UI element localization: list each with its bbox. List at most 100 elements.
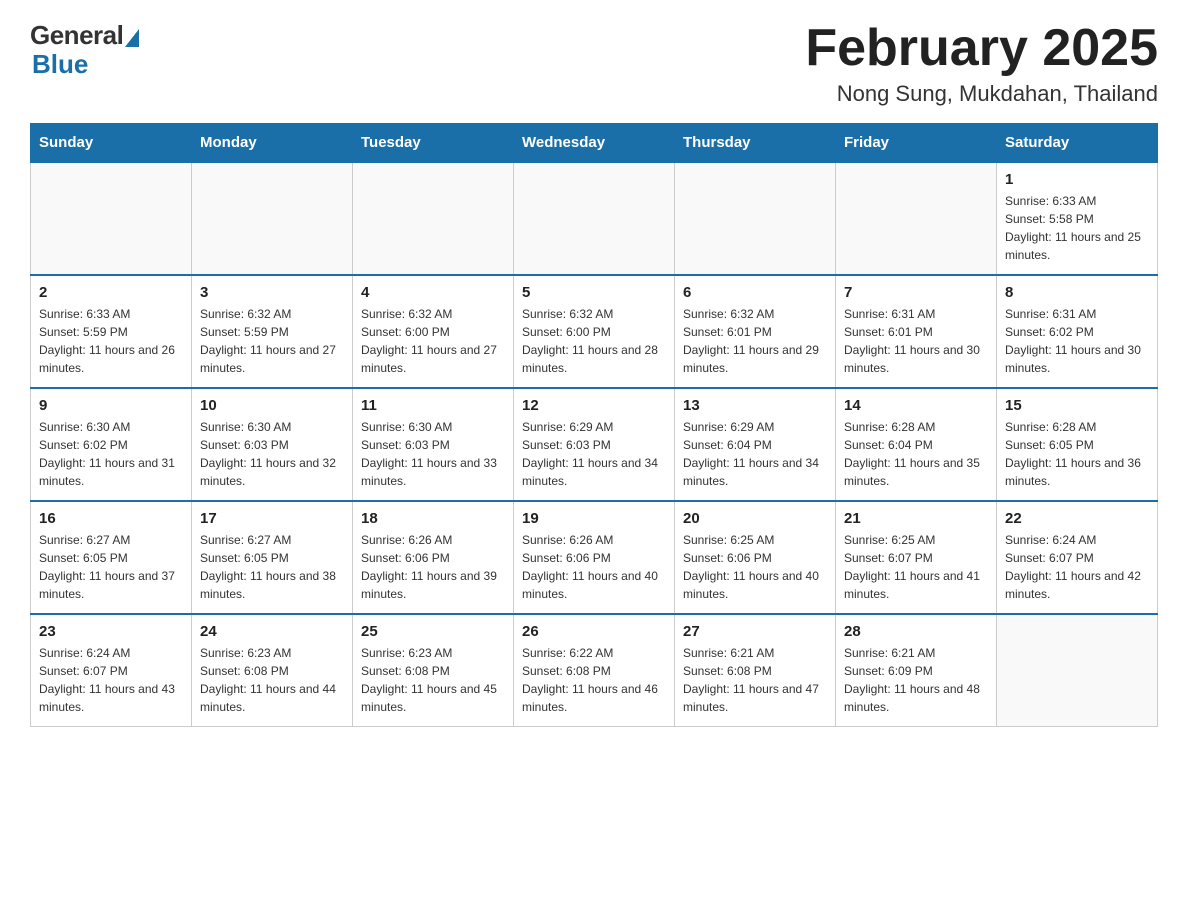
table-row: 6 Sunrise: 6:32 AMSunset: 6:01 PMDaylight… — [675, 275, 836, 388]
calendar-week-5: 23 Sunrise: 6:24 AMSunset: 6:07 PMDayligh… — [31, 614, 1158, 727]
day-number: 6 — [683, 284, 827, 301]
day-number: 9 — [39, 397, 183, 414]
day-number: 1 — [1005, 171, 1149, 188]
day-number: 17 — [200, 510, 344, 527]
day-info: Sunrise: 6:32 AMSunset: 6:00 PMDaylight:… — [361, 305, 505, 377]
day-number: 8 — [1005, 284, 1149, 301]
day-number: 19 — [522, 510, 666, 527]
table-row: 28 Sunrise: 6:21 AMSunset: 6:09 PMDayligh… — [836, 614, 997, 727]
day-info: Sunrise: 6:30 AMSunset: 6:03 PMDaylight:… — [200, 418, 344, 490]
day-number: 2 — [39, 284, 183, 301]
table-row: 14 Sunrise: 6:28 AMSunset: 6:04 PMDayligh… — [836, 388, 997, 501]
day-number: 23 — [39, 623, 183, 640]
day-info: Sunrise: 6:25 AMSunset: 6:06 PMDaylight:… — [683, 531, 827, 603]
day-info: Sunrise: 6:24 AMSunset: 6:07 PMDaylight:… — [39, 644, 183, 716]
table-row: 27 Sunrise: 6:21 AMSunset: 6:08 PMDayligh… — [675, 614, 836, 727]
table-row: 7 Sunrise: 6:31 AMSunset: 6:01 PMDaylight… — [836, 275, 997, 388]
day-number: 12 — [522, 397, 666, 414]
table-row — [514, 162, 675, 275]
day-info: Sunrise: 6:32 AMSunset: 6:01 PMDaylight:… — [683, 305, 827, 377]
day-info: Sunrise: 6:23 AMSunset: 6:08 PMDaylight:… — [200, 644, 344, 716]
table-row: 21 Sunrise: 6:25 AMSunset: 6:07 PMDayligh… — [836, 501, 997, 614]
day-number: 5 — [522, 284, 666, 301]
day-number: 7 — [844, 284, 988, 301]
table-row: 25 Sunrise: 6:23 AMSunset: 6:08 PMDayligh… — [353, 614, 514, 727]
day-number: 24 — [200, 623, 344, 640]
day-number: 14 — [844, 397, 988, 414]
table-row: 20 Sunrise: 6:25 AMSunset: 6:06 PMDayligh… — [675, 501, 836, 614]
table-row: 2 Sunrise: 6:33 AMSunset: 5:59 PMDaylight… — [31, 275, 192, 388]
calendar-table: Sunday Monday Tuesday Wednesday Thursday… — [30, 123, 1158, 727]
col-thursday: Thursday — [675, 124, 836, 163]
day-info: Sunrise: 6:33 AMSunset: 5:59 PMDaylight:… — [39, 305, 183, 377]
calendar-week-2: 2 Sunrise: 6:33 AMSunset: 5:59 PMDaylight… — [31, 275, 1158, 388]
day-info: Sunrise: 6:21 AMSunset: 6:09 PMDaylight:… — [844, 644, 988, 716]
table-row: 22 Sunrise: 6:24 AMSunset: 6:07 PMDayligh… — [997, 501, 1158, 614]
day-number: 28 — [844, 623, 988, 640]
day-number: 11 — [361, 397, 505, 414]
table-row: 16Sunrise: 6:27 AMSunset: 6:05 PMDayligh… — [31, 501, 192, 614]
day-number: 3 — [200, 284, 344, 301]
table-row — [997, 614, 1158, 727]
col-tuesday: Tuesday — [353, 124, 514, 163]
location-subtitle: Nong Sung, Mukdahan, Thailand — [805, 81, 1158, 107]
table-row: 5 Sunrise: 6:32 AMSunset: 6:00 PMDaylight… — [514, 275, 675, 388]
day-info: Sunrise: 6:28 AMSunset: 6:04 PMDaylight:… — [844, 418, 988, 490]
table-row — [353, 162, 514, 275]
day-number: 27 — [683, 623, 827, 640]
table-row — [836, 162, 997, 275]
day-info: Sunrise: 6:22 AMSunset: 6:08 PMDaylight:… — [522, 644, 666, 716]
day-info: Sunrise: 6:27 AMSunset: 6:05 PMDaylight:… — [200, 531, 344, 603]
day-number: 20 — [683, 510, 827, 527]
table-row: 10 Sunrise: 6:30 AMSunset: 6:03 PMDayligh… — [192, 388, 353, 501]
logo-triangle-icon — [125, 29, 139, 47]
table-row — [675, 162, 836, 275]
calendar-week-3: 9 Sunrise: 6:30 AMSunset: 6:02 PMDaylight… — [31, 388, 1158, 501]
col-saturday: Saturday — [997, 124, 1158, 163]
day-info: Sunrise: 6:30 AMSunset: 6:02 PMDaylight:… — [39, 418, 183, 490]
col-monday: Monday — [192, 124, 353, 163]
day-info: Sunrise: 6:21 AMSunset: 6:08 PMDaylight:… — [683, 644, 827, 716]
page-header: General Blue February 2025 Nong Sung, Mu… — [30, 20, 1158, 107]
day-number: 4 — [361, 284, 505, 301]
table-row: 19Sunrise: 6:26 AMSunset: 6:06 PMDayligh… — [514, 501, 675, 614]
day-info: Sunrise: 6:25 AMSunset: 6:07 PMDaylight:… — [844, 531, 988, 603]
day-info: Sunrise: 6:26 AMSunset: 6:06 PMDaylight:… — [361, 531, 505, 603]
calendar-week-1: 1 Sunrise: 6:33 AMSunset: 5:58 PMDaylight… — [31, 162, 1158, 275]
day-info: Sunrise: 6:29 AMSunset: 6:03 PMDaylight:… — [522, 418, 666, 490]
table-row: 1 Sunrise: 6:33 AMSunset: 5:58 PMDaylight… — [997, 162, 1158, 275]
table-row — [31, 162, 192, 275]
title-section: February 2025 Nong Sung, Mukdahan, Thail… — [805, 20, 1158, 107]
col-wednesday: Wednesday — [514, 124, 675, 163]
day-info: Sunrise: 6:32 AMSunset: 5:59 PMDaylight:… — [200, 305, 344, 377]
day-info: Sunrise: 6:32 AMSunset: 6:00 PMDaylight:… — [522, 305, 666, 377]
day-number: 16 — [39, 510, 183, 527]
table-row: 17 Sunrise: 6:27 AMSunset: 6:05 PMDayligh… — [192, 501, 353, 614]
day-number: 25 — [361, 623, 505, 640]
day-number: 13 — [683, 397, 827, 414]
day-info: Sunrise: 6:23 AMSunset: 6:08 PMDaylight:… — [361, 644, 505, 716]
table-row: 3 Sunrise: 6:32 AMSunset: 5:59 PMDaylight… — [192, 275, 353, 388]
logo-general-text: General — [30, 20, 123, 51]
day-number: 18 — [361, 510, 505, 527]
day-info: Sunrise: 6:28 AMSunset: 6:05 PMDaylight:… — [1005, 418, 1149, 490]
table-row: 13Sunrise: 6:29 AMSunset: 6:04 PMDayligh… — [675, 388, 836, 501]
table-row: 9 Sunrise: 6:30 AMSunset: 6:02 PMDaylight… — [31, 388, 192, 501]
calendar-header-row: Sunday Monday Tuesday Wednesday Thursday… — [31, 124, 1158, 163]
table-row: 11Sunrise: 6:30 AMSunset: 6:03 PMDayligh… — [353, 388, 514, 501]
table-row: 18 Sunrise: 6:26 AMSunset: 6:06 PMDayligh… — [353, 501, 514, 614]
day-number: 22 — [1005, 510, 1149, 527]
table-row: 26Sunrise: 6:22 AMSunset: 6:08 PMDayligh… — [514, 614, 675, 727]
table-row: 4 Sunrise: 6:32 AMSunset: 6:00 PMDaylight… — [353, 275, 514, 388]
day-number: 10 — [200, 397, 344, 414]
table-row — [192, 162, 353, 275]
day-number: 21 — [844, 510, 988, 527]
col-sunday: Sunday — [31, 124, 192, 163]
month-title: February 2025 — [805, 20, 1158, 77]
day-info: Sunrise: 6:33 AMSunset: 5:58 PMDaylight:… — [1005, 192, 1149, 264]
day-info: Sunrise: 6:31 AMSunset: 6:01 PMDaylight:… — [844, 305, 988, 377]
day-info: Sunrise: 6:24 AMSunset: 6:07 PMDaylight:… — [1005, 531, 1149, 603]
col-friday: Friday — [836, 124, 997, 163]
logo-blue-text: Blue — [32, 49, 88, 80]
logo: General Blue — [30, 20, 139, 80]
